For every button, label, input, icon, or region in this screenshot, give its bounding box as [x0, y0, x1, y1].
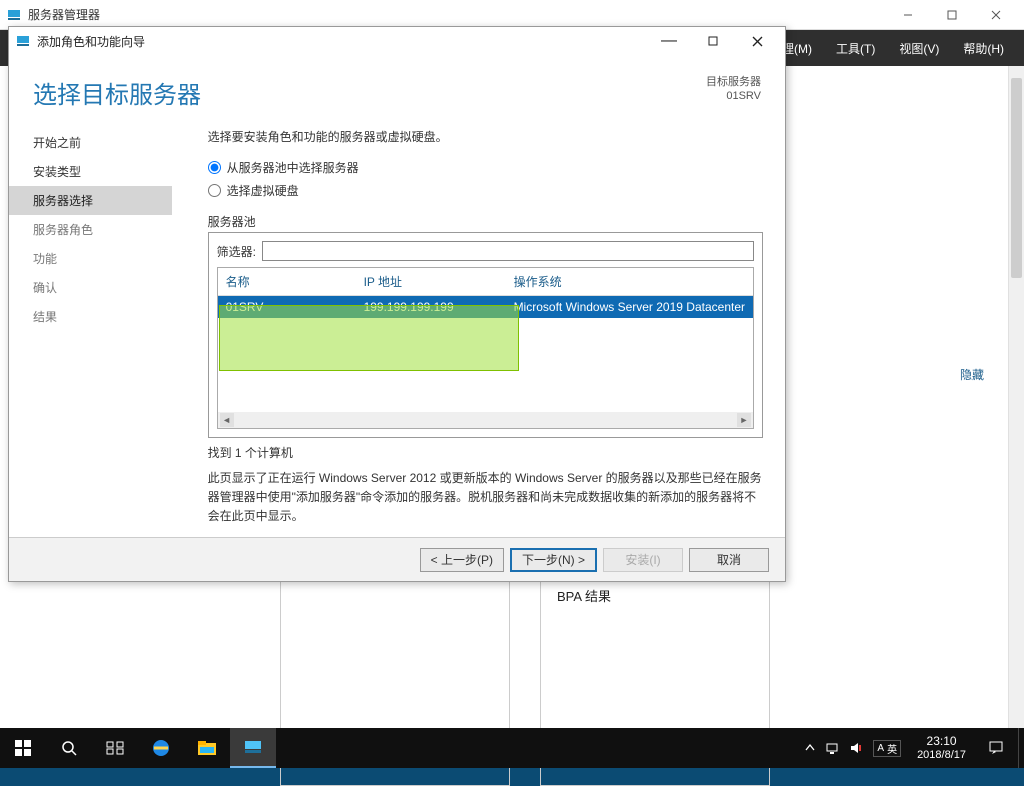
menu-tools[interactable]: 工具(T): [826, 34, 885, 63]
wizard-nav: 开始之前 安装类型 服务器选择 服务器角色 功能 确认 结果: [9, 120, 172, 520]
page-description: 选择要安装角色和功能的服务器或虚拟硬盘。: [208, 128, 763, 145]
radio-select-vhd[interactable]: 选择虚拟硬盘: [208, 182, 763, 199]
clock-time: 23:10: [917, 734, 966, 748]
cell-name: 01SRV: [218, 296, 356, 318]
install-button: 安装(I): [603, 548, 683, 572]
server-table: 名称 IP 地址 操作系统 01SRV 199.199.199.199 Micr…: [217, 267, 754, 429]
action-center-button[interactable]: [974, 728, 1018, 768]
step-features[interactable]: 功能: [9, 244, 172, 273]
main-title: 服务器管理器: [28, 6, 886, 23]
col-name[interactable]: 名称: [218, 268, 356, 295]
minimize-button[interactable]: [886, 1, 930, 29]
wizard-minimize-button[interactable]: —: [647, 30, 691, 52]
server-pool-label: 服务器池: [208, 213, 763, 230]
cancel-button[interactable]: 取消: [689, 548, 769, 572]
step-server-selection[interactable]: 服务器选择: [9, 186, 172, 215]
taskbar-clock[interactable]: 23:10 2018/8/17: [909, 734, 974, 762]
tray-chevron-up-icon[interactable]: [805, 743, 815, 753]
start-button[interactable]: [0, 728, 46, 768]
filter-row: 筛选器:: [217, 241, 754, 261]
found-count: 找到 1 个计算机: [208, 444, 763, 461]
horizontal-scrollbar[interactable]: ◄ ►: [218, 412, 753, 428]
wizard-page-title: 选择目标服务器: [33, 75, 201, 110]
footer-description: 此页显示了正在运行 Windows Server 2012 或更新版本的 Win…: [208, 469, 763, 527]
system-tray: A英: [797, 740, 909, 757]
target-value: 01SRV: [706, 89, 761, 103]
hide-link[interactable]: 隐藏: [960, 366, 984, 383]
task-view-button[interactable]: [92, 728, 138, 768]
step-before-begin[interactable]: 开始之前: [9, 128, 172, 157]
target-server-block: 目标服务器 01SRV: [706, 75, 761, 104]
next-button[interactable]: 下一步(N) >: [510, 548, 597, 572]
menu-view[interactable]: 视图(V): [889, 34, 949, 63]
wizard-titlebar: 添加角色和功能向导 —: [9, 27, 785, 55]
close-button[interactable]: [974, 1, 1018, 29]
radio-vhd-input[interactable]: [208, 184, 221, 197]
wizard-close-button[interactable]: [735, 30, 779, 52]
radio-pool-label: 从服务器池中选择服务器: [227, 159, 359, 176]
scroll-right-icon[interactable]: ►: [737, 413, 751, 427]
clock-date: 2018/8/17: [917, 749, 966, 762]
wizard-header: 选择目标服务器 目标服务器 01SRV: [9, 55, 785, 120]
server-manager-icon: [6, 7, 22, 23]
radio-pool-input[interactable]: [208, 161, 221, 174]
wizard-main: 选择要安装角色和功能的服务器或虚拟硬盘。 从服务器池中选择服务器 选择虚拟硬盘 …: [172, 120, 785, 520]
prev-button[interactable]: < 上一步(P): [420, 548, 504, 572]
target-label: 目标服务器: [706, 75, 761, 89]
add-roles-wizard: 添加角色和功能向导 — 选择目标服务器 目标服务器 01SRV 开始之前 安装类…: [8, 26, 786, 582]
ime-indicator[interactable]: A英: [873, 740, 901, 757]
wizard-body: 开始之前 安装类型 服务器选择 服务器角色 功能 确认 结果 选择要安装角色和功…: [9, 120, 785, 520]
tray-network-icon[interactable]: [825, 741, 839, 755]
search-button[interactable]: [46, 728, 92, 768]
cell-os: Microsoft Windows Server 2019 Datacenter: [506, 296, 753, 318]
table-header: 名称 IP 地址 操作系统: [218, 268, 753, 296]
table-row[interactable]: 01SRV 199.199.199.199 Microsoft Windows …: [218, 296, 753, 318]
wizard-maximize-button[interactable]: [691, 30, 735, 52]
col-ip[interactable]: IP 地址: [356, 268, 506, 295]
filter-label: 筛选器:: [217, 243, 256, 260]
col-os[interactable]: 操作系统: [506, 268, 753, 295]
radio-vhd-label: 选择虚拟硬盘: [227, 182, 299, 199]
vertical-scrollbar[interactable]: [1008, 66, 1024, 768]
step-install-type[interactable]: 安装类型: [9, 157, 172, 186]
taskbar: A英 23:10 2018/8/17: [0, 728, 1024, 768]
wizard-title: 添加角色和功能向导: [37, 33, 647, 50]
filter-input[interactable]: [262, 241, 754, 261]
taskbar-ie-icon[interactable]: [138, 728, 184, 768]
step-confirm: 确认: [9, 273, 172, 302]
scrollbar-thumb[interactable]: [1011, 78, 1022, 278]
maximize-button[interactable]: [930, 1, 974, 29]
step-results: 结果: [9, 302, 172, 331]
scroll-left-icon[interactable]: ◄: [220, 413, 234, 427]
wizard-button-row: < 上一步(P) 下一步(N) > 安装(I) 取消: [9, 537, 785, 581]
menu-help[interactable]: 帮助(H): [953, 34, 1014, 63]
tray-volume-icon[interactable]: [849, 741, 863, 755]
cell-ip: 199.199.199.199: [356, 296, 506, 318]
taskbar-server-manager-icon[interactable]: [230, 728, 276, 768]
radio-select-from-pool[interactable]: 从服务器池中选择服务器: [208, 159, 763, 176]
server-pool-box: 筛选器: 名称 IP 地址 操作系统 01SRV 199.199.199.199…: [208, 232, 763, 438]
wizard-icon: [15, 33, 31, 49]
show-desktop-button[interactable]: [1018, 728, 1024, 768]
panel-entry[interactable]: BPA 结果: [557, 586, 753, 605]
step-server-roles[interactable]: 服务器角色: [9, 215, 172, 244]
taskbar-explorer-icon[interactable]: [184, 728, 230, 768]
